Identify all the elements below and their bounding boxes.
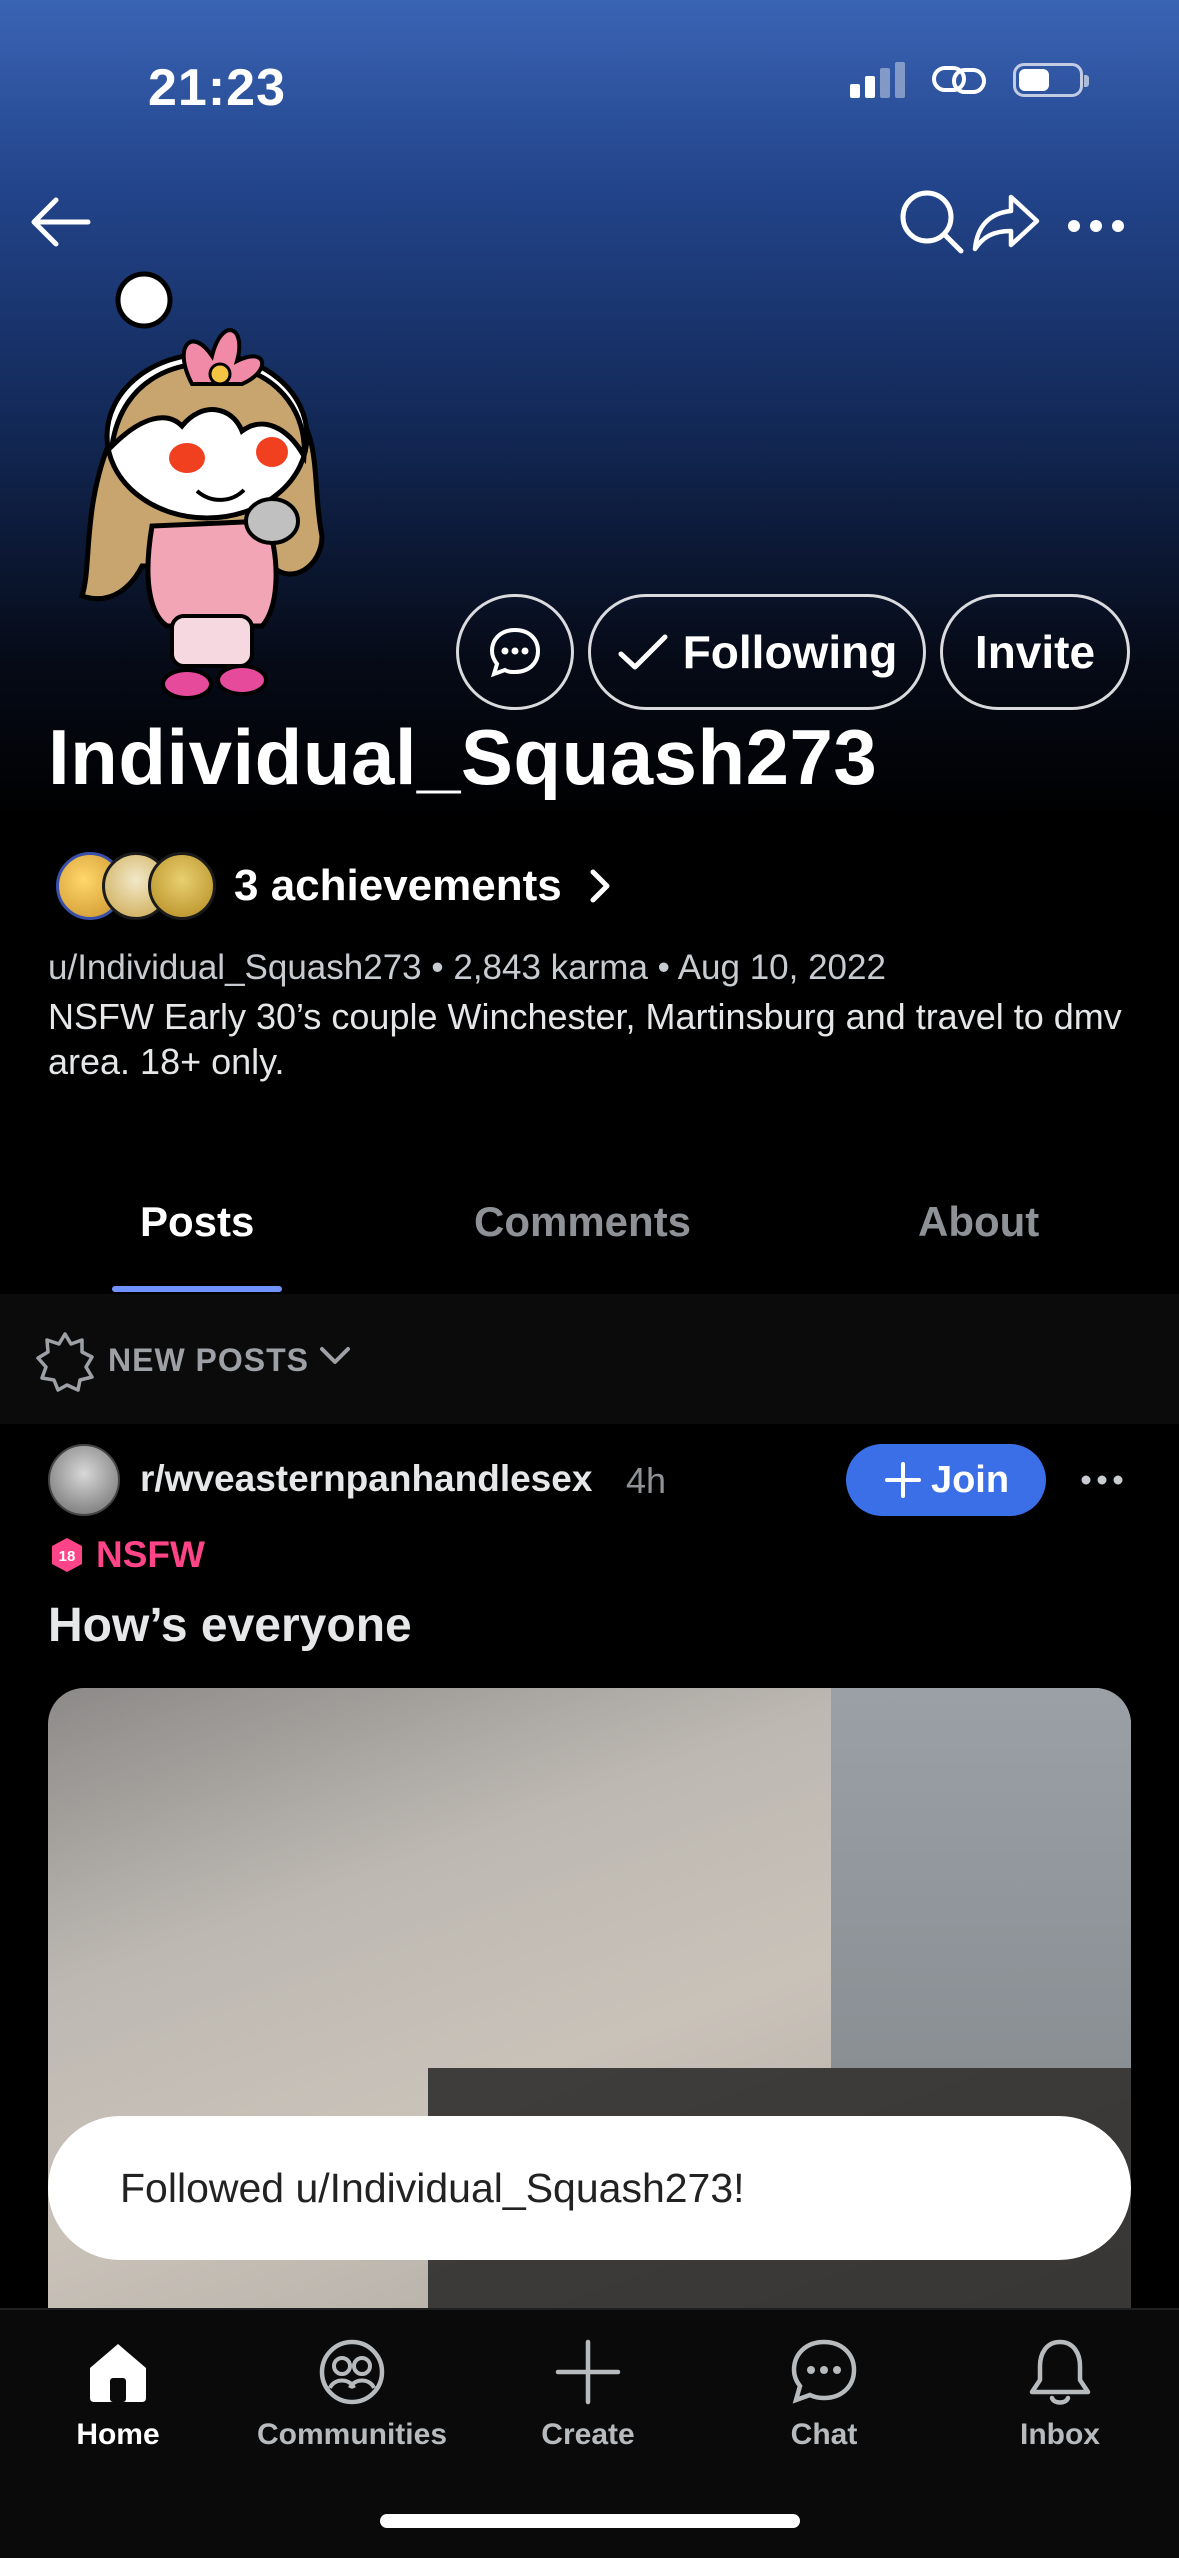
chevron-down-icon — [320, 1347, 350, 1364]
nav-inbox[interactable]: Inbox — [960, 2334, 1160, 2452]
join-label: Join — [930, 1458, 1010, 1501]
achievement-badge-icon — [148, 852, 216, 920]
profile-handle: u/Individual_Squash273 — [48, 948, 422, 987]
active-tab-indicator — [112, 1286, 282, 1292]
following-label: Following — [682, 626, 898, 678]
chat-bubble-icon — [489, 627, 541, 678]
share-icon[interactable] — [968, 184, 1044, 260]
signal-icon — [850, 62, 905, 98]
nav-chat[interactable]: Chat — [724, 2334, 924, 2452]
chat-button[interactable] — [456, 594, 574, 710]
invite-label: Invite — [974, 626, 1096, 678]
post-title[interactable]: How’s everyone — [48, 1598, 412, 1653]
home-indicator — [380, 2514, 800, 2528]
plus-icon — [555, 2339, 621, 2405]
toast-message: Followed u/Individual_Squash273! — [120, 2164, 745, 2211]
achievements-label: 3 achievements — [234, 861, 562, 910]
nsfw-18-icon: 18 — [52, 1538, 82, 1572]
profile-joined-date: Aug 10, 2022 — [677, 948, 886, 987]
sort-label: NEW POSTS — [108, 1342, 310, 1378]
nav-create-label: Create — [541, 2418, 635, 2451]
communities-icon — [319, 2339, 385, 2405]
new-sparkle-icon — [36, 1332, 94, 1392]
nsfw-tag: 18 NSFW — [48, 1534, 205, 1576]
meta-separator: • — [657, 948, 678, 987]
profile-meta: u/Individual_Squash273 • 2,843 karma • A… — [48, 948, 886, 988]
battery-icon — [1013, 63, 1089, 97]
join-button[interactable]: Join — [846, 1444, 1046, 1516]
nav-communities[interactable]: Communities — [252, 2334, 452, 2452]
svg-text:18: 18 — [59, 1548, 76, 1565]
status-time: 21:23 — [148, 59, 286, 117]
following-button[interactable]: Following — [588, 594, 926, 710]
nsfw-label: NSFW — [96, 1534, 205, 1575]
search-icon[interactable] — [894, 184, 970, 260]
invite-button[interactable]: Invite — [940, 594, 1130, 710]
nav-create[interactable]: Create — [488, 2334, 688, 2452]
chat-icon — [791, 2339, 857, 2404]
post-subreddit[interactable]: r/wveasternpanhandlesex — [140, 1458, 592, 1500]
nav-home[interactable]: Home — [18, 2334, 218, 2452]
plus-icon — [884, 1462, 921, 1498]
meta-separator: • — [431, 948, 454, 987]
nav-communities-label: Communities — [256, 2418, 448, 2451]
post-image-background — [831, 1688, 1131, 2068]
profile-tabs: Posts Comments About — [0, 1170, 1179, 1296]
chevron-right-icon — [590, 869, 610, 903]
back-arrow-icon[interactable] — [22, 184, 98, 260]
status-icons — [850, 62, 1089, 98]
tab-about[interactable]: About — [918, 1198, 1039, 1246]
profile-karma: 2,843 karma — [453, 948, 648, 987]
subreddit-avatar[interactable] — [48, 1444, 120, 1516]
post-more-icon[interactable] — [1072, 1464, 1132, 1496]
sort-bar[interactable]: NEW POSTS — [0, 1294, 1179, 1424]
bell-icon — [1029, 2339, 1091, 2405]
nav-home-label: Home — [76, 2418, 160, 2451]
profile-bio: NSFW Early 30’s couple Winchester, Marti… — [48, 996, 1122, 1082]
tab-comments[interactable]: Comments — [474, 1198, 691, 1246]
toast-notification: Followed u/Individual_Squash273! — [48, 2116, 1131, 2260]
achievements-row[interactable]: 3 achievements — [56, 852, 612, 920]
more-options-icon[interactable] — [1058, 196, 1134, 256]
link-icon — [932, 66, 986, 94]
tab-posts[interactable]: Posts — [140, 1198, 254, 1246]
checkmark-icon — [618, 634, 668, 670]
profile-username: Individual_Squash273 — [48, 713, 878, 801]
nav-inbox-label: Inbox — [1020, 2418, 1100, 2451]
post-time: 4h — [626, 1460, 667, 1501]
nav-chat-label: Chat — [790, 2418, 858, 2451]
avatar — [78, 271, 325, 700]
home-icon — [90, 2344, 146, 2402]
